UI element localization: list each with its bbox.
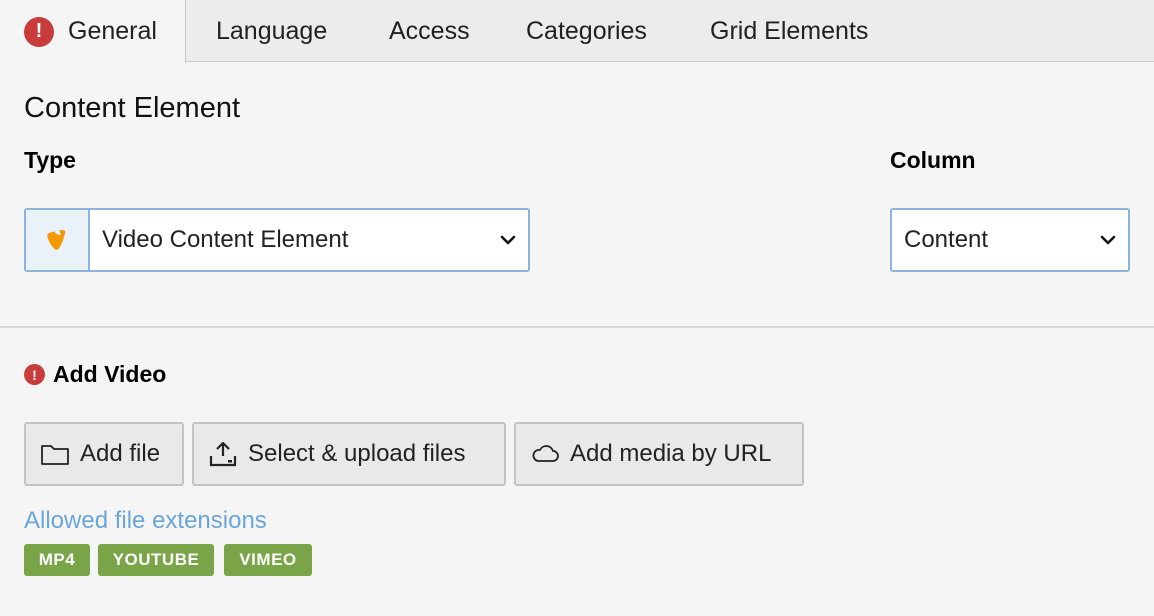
add-video-heading: ! Add Video	[24, 361, 166, 388]
tab-grid-elements[interactable]: Grid Elements	[710, 0, 868, 62]
select-upload-files-button[interactable]: Select & upload files	[192, 422, 506, 486]
typo3-logo-icon	[26, 210, 90, 270]
add-file-label: Add file	[80, 440, 161, 467]
error-icon: !	[24, 364, 45, 385]
cloud-icon	[532, 445, 559, 462]
folder-icon	[41, 445, 69, 465]
section-divider	[0, 326, 1154, 328]
tab-general[interactable]: ! General	[0, 0, 186, 63]
select-upload-label: Select & upload files	[248, 440, 466, 467]
tab-access[interactable]: Access	[389, 0, 470, 62]
tab-label: Access	[389, 16, 470, 45]
tab-language[interactable]: Language	[216, 0, 327, 62]
tab-label: Language	[216, 16, 328, 45]
extension-badge-mp4: MP4	[24, 544, 90, 576]
add-media-by-url-button[interactable]: Add media by URL	[514, 422, 804, 486]
add-video-label: Add Video	[53, 361, 167, 387]
tab-categories[interactable]: Categories	[526, 0, 647, 62]
extension-badge-vimeo: VIMEO	[224, 544, 312, 576]
column-label: Column	[890, 147, 976, 173]
column-select-value: Content	[904, 226, 989, 253]
tab-label: Categories	[526, 16, 647, 45]
section-title: Content Element	[24, 92, 241, 124]
chevron-down-icon	[488, 235, 528, 245]
extension-badge-youtube: YOUTUBE	[98, 544, 214, 576]
allowed-file-extensions-label: Allowed file extensions	[24, 507, 267, 534]
tab-label: General	[68, 17, 157, 45]
tab-bar: ! General Language Access Categories Gri…	[0, 0, 1154, 63]
tab-label: Grid Elements	[710, 16, 869, 45]
type-select[interactable]: Video Content Element	[24, 208, 530, 272]
type-label: Type	[24, 147, 76, 173]
add-media-url-label: Add media by URL	[570, 440, 772, 467]
add-file-button[interactable]: Add file	[24, 422, 184, 486]
column-select[interactable]: Content	[890, 208, 1130, 272]
upload-icon	[209, 441, 237, 467]
chevron-down-icon	[1088, 235, 1128, 245]
type-select-value: Video Content Element	[102, 226, 349, 253]
error-icon: !	[24, 16, 54, 47]
